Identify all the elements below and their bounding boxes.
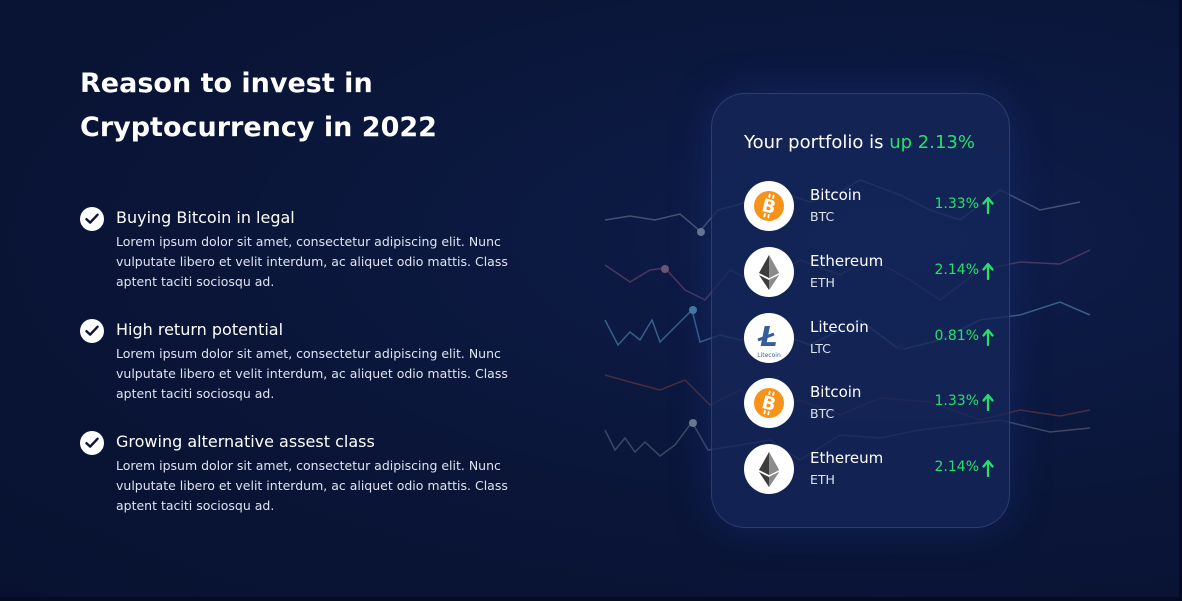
check-circle-icon xyxy=(80,431,104,455)
coin-name: Ethereum xyxy=(810,252,884,270)
litecoin-icon: L Litecoin xyxy=(744,313,794,363)
feature-item: Growing alternative assest class Lorem i… xyxy=(80,429,550,541)
coin-name: Litecoin xyxy=(810,318,869,336)
feature-description: Lorem ipsum dolor sit amet, consectetur … xyxy=(116,234,508,289)
coin-symbol: ETH xyxy=(810,275,835,290)
bitcoin-icon: B xyxy=(744,378,794,428)
coin-change: 1.33% xyxy=(934,196,979,212)
coin-change: 2.14% xyxy=(934,459,979,475)
coin-change: 0.81% xyxy=(934,328,979,344)
check-circle-icon xyxy=(80,207,104,231)
arrow-up-icon xyxy=(982,459,994,477)
feature-title: Growing alternative assest class xyxy=(116,432,375,451)
coin-change: 1.33% xyxy=(934,393,979,409)
sparkline-dot xyxy=(689,419,697,427)
portfolio-change: up 2.13% xyxy=(889,132,975,153)
coin-row[interactable]: Ethereum ETH 2.14% xyxy=(744,247,994,297)
feature-item: High return potential Lorem ipsum dolor … xyxy=(80,317,550,429)
bottom-edge-divider xyxy=(0,597,1182,601)
coin-name: Bitcoin xyxy=(810,383,862,401)
ethereum-icon xyxy=(744,247,794,297)
portfolio-summary: Your portfolio is up 2.13% xyxy=(744,132,975,153)
check-circle-icon xyxy=(80,319,104,343)
coin-name: Ethereum xyxy=(810,449,884,467)
coin-change: 2.14% xyxy=(934,262,979,278)
feature-title: Buying Bitcoin in legal xyxy=(116,208,295,227)
arrow-up-icon xyxy=(982,196,994,214)
sparkline-dot xyxy=(661,265,669,273)
feature-title: High return potential xyxy=(116,320,284,339)
portfolio-card: Your portfolio is up 2.13% B Bitcoin BTC… xyxy=(711,93,1010,528)
coin-symbol: BTC xyxy=(810,406,835,421)
feature-item: Buying Bitcoin in legal Lorem ipsum dolo… xyxy=(80,205,550,317)
coin-symbol: BTC xyxy=(810,209,835,224)
ethereum-icon xyxy=(744,444,794,494)
page-title: Reason to invest in Cryptocurrency in 20… xyxy=(80,68,437,143)
coin-name: Bitcoin xyxy=(810,186,862,204)
coin-symbol: ETH xyxy=(810,472,835,487)
feature-list: Buying Bitcoin in legal Lorem ipsum dolo… xyxy=(80,205,550,541)
coin-row[interactable]: B Bitcoin BTC 1.33% xyxy=(744,378,994,428)
feature-description: Lorem ipsum dolor sit amet, consectetur … xyxy=(116,346,508,401)
coin-symbol: LTC xyxy=(810,341,831,356)
sparkline-dot xyxy=(689,306,697,314)
portfolio-summary-prefix: Your portfolio is xyxy=(744,132,884,153)
arrow-up-icon xyxy=(982,262,994,280)
bitcoin-icon: B xyxy=(744,181,794,231)
coin-row[interactable]: Ethereum ETH 2.14% xyxy=(744,444,994,494)
arrow-up-icon xyxy=(982,328,994,346)
arrow-up-icon xyxy=(982,393,994,411)
coin-row[interactable]: L Litecoin Litecoin LTC 0.81% xyxy=(744,313,994,363)
svg-text:Litecoin: Litecoin xyxy=(757,352,781,359)
feature-description: Lorem ipsum dolor sit amet, consectetur … xyxy=(116,458,508,513)
sparkline-dot xyxy=(697,228,705,236)
coin-row[interactable]: B Bitcoin BTC 1.33% xyxy=(744,181,994,231)
